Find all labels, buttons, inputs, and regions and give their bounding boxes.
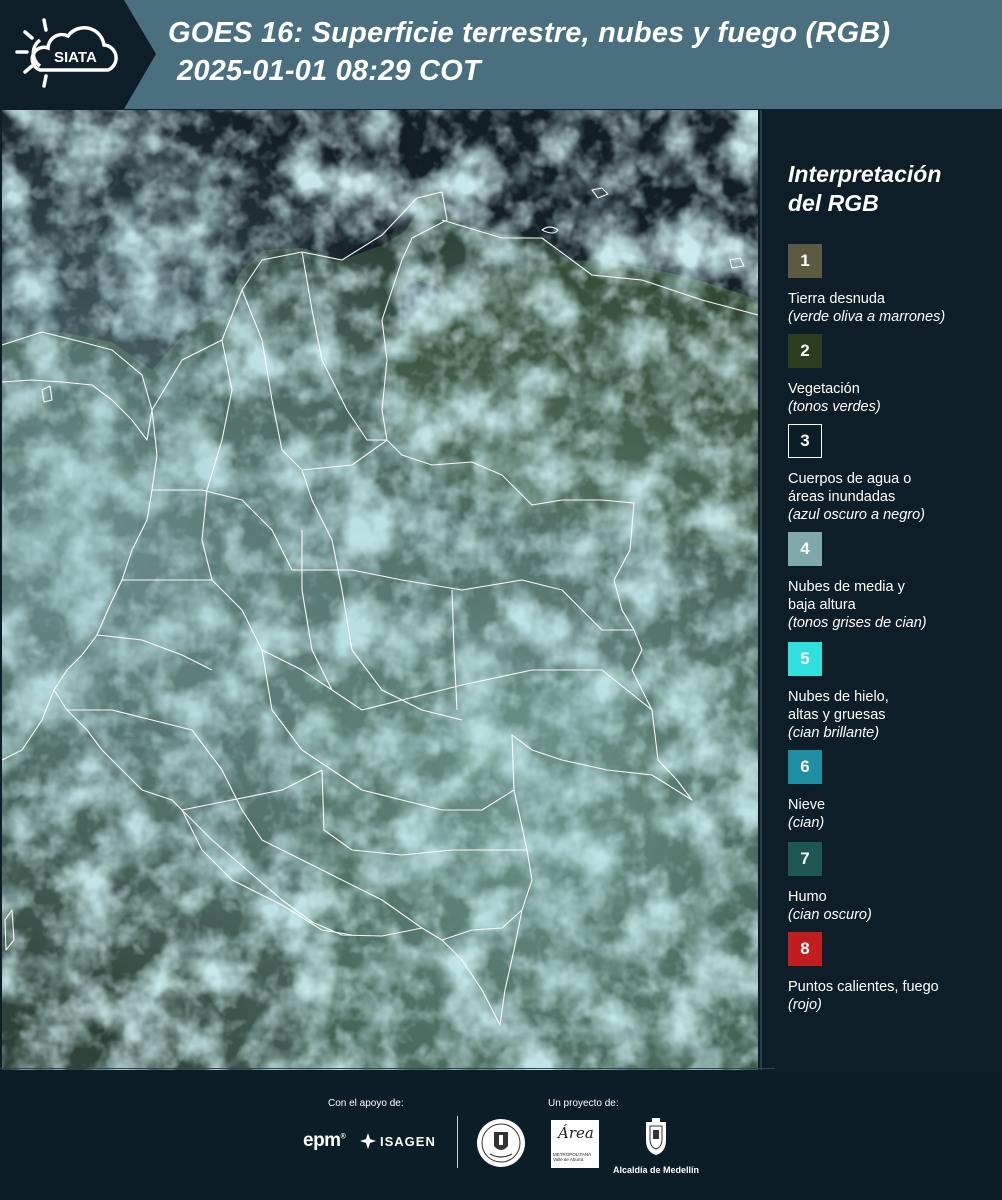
alcaldia-logo-text: Alcaldía de Medellín — [612, 1165, 700, 1175]
legend-swatch-8: 8 — [788, 932, 822, 966]
legend-desc-6: (cian) — [788, 815, 825, 831]
legend-item-snow: 6 Nieve (cian) — [788, 750, 825, 832]
satellite-map[interactable] — [2, 110, 758, 1070]
area-metropolitana-logo[interactable]: Área METROPOLITANA Valle de Aburrá — [551, 1120, 599, 1168]
legend-item-low-clouds: 4 Nubes de media y baja altura (tonos gr… — [788, 532, 927, 632]
legend-swatch-6: 6 — [788, 750, 822, 784]
title-line-1: GOES 16: Superficie terrestre, nubes y f… — [168, 17, 891, 49]
title-timestamp: 2025-01-01 08:29 COT — [177, 55, 481, 87]
legend-item-vegetation: 2 Vegetación (tonos verdes) — [788, 334, 881, 416]
university-seal[interactable] — [476, 1118, 526, 1173]
legend: Interpretación del RGB 1 Tierra desnuda … — [788, 160, 998, 1013]
legend-label-4: Nubes de media y baja altura — [788, 579, 905, 613]
epm-logo[interactable]: epm® — [303, 1130, 346, 1152]
legend-label-5: Nubes de hielo, altas y gruesas — [788, 689, 889, 723]
map-divider — [760, 110, 762, 1070]
isagen-star-icon — [360, 1133, 376, 1149]
legend-desc-1: (verde oliva a marrones) — [788, 309, 946, 325]
siata-logo-icon: SIATA — [0, 0, 156, 109]
legend-swatch-7: 7 — [788, 842, 822, 876]
coat-of-arms-icon — [646, 1118, 666, 1155]
legend-desc-2: (tonos verdes) — [788, 399, 881, 415]
legend-item-ice-clouds: 5 Nubes de hielo, altas y gruesas (cian … — [788, 642, 889, 742]
legend-desc-8: (rojo) — [788, 997, 822, 1013]
legend-desc-5: (cian brillante) — [788, 725, 880, 741]
satellite-image — [2, 110, 758, 1070]
legend-desc-7: (cian oscuro) — [788, 907, 872, 923]
epm-logo-text: epm — [303, 1130, 341, 1151]
legend-item-water: 3 Cuerpos de agua o áreas inundadas (azu… — [788, 424, 925, 524]
legend-swatch-3: 3 — [788, 424, 822, 458]
support-label: Con el apoyo de: — [328, 1098, 404, 1109]
legend-label-2: Vegetación — [788, 381, 860, 397]
area-logo-word: Área — [558, 1124, 594, 1142]
legend-label-6: Nieve — [788, 797, 826, 813]
siata-logo[interactable]: SIATA — [0, 0, 156, 109]
isagen-logo-text: ISAGEN — [380, 1133, 436, 1149]
header: SIATA GOES 16: Superficie terrestre, nub… — [0, 0, 1002, 109]
seal-icon — [477, 1119, 525, 1167]
isagen-logo[interactable]: ISAGEN — [360, 1133, 436, 1149]
legend-item-smoke: 7 Humo (cian oscuro) — [788, 842, 872, 924]
legend-desc-3: (azul oscuro a negro) — [788, 507, 926, 523]
footer-divider — [0, 1068, 775, 1069]
footer: Con el apoyo de: Un proyecto de: epm® IS… — [0, 1068, 1002, 1200]
page-title: GOES 16: Superficie terrestre, nubes y f… — [168, 14, 998, 90]
legend-item-fire: 8 Puntos calientes, fuego (rojo) — [788, 932, 939, 1014]
area-logo-subtitle: METROPOLITANA Valle de Aburrá — [553, 1152, 592, 1162]
alcaldia-logo[interactable]: Alcaldía de Medellín — [611, 1118, 701, 1175]
project-label: Un proyecto de: — [548, 1098, 619, 1109]
legend-title: Interpretación del RGB — [788, 161, 942, 216]
legend-swatch-4: 4 — [788, 532, 822, 566]
legend-label-1: Tierra desnuda — [788, 291, 885, 307]
legend-item-bare-soil: 1 Tierra desnuda (verde oliva a marrones… — [788, 244, 945, 326]
legend-desc-4: (tonos grises de cian) — [788, 615, 927, 631]
footer-separator — [457, 1116, 458, 1168]
legend-swatch-5: 5 — [788, 642, 822, 676]
legend-label-8: Puntos calientes, fuego — [788, 979, 939, 995]
legend-label-7: Humo — [788, 889, 827, 905]
legend-swatch-1: 1 — [788, 244, 822, 278]
legend-label-3: Cuerpos de agua o áreas inundadas — [788, 471, 912, 505]
legend-swatch-2: 2 — [788, 334, 822, 368]
siata-logo-text: SIATA — [54, 49, 97, 66]
